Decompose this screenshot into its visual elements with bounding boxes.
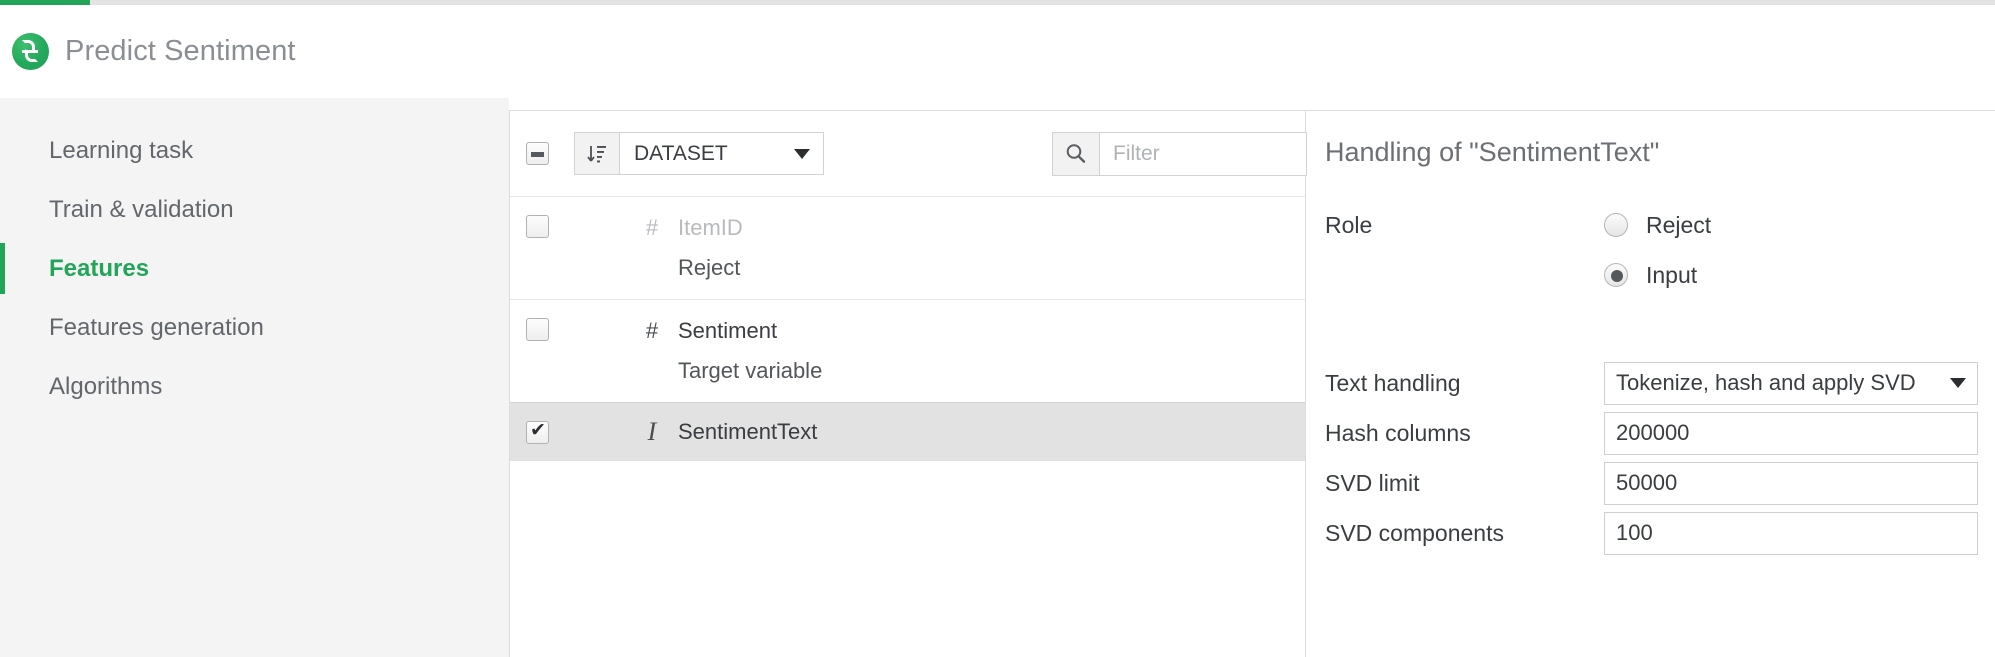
role-label: Role	[1325, 211, 1373, 238]
numeric-type-icon: #	[645, 318, 659, 343]
filter-control	[1052, 131, 1307, 176]
feature-name: ItemID	[678, 215, 743, 240]
wizard-sidebar: Learning task Train & validation Feature…	[0, 98, 509, 657]
feature-name: SentimentText	[678, 419, 818, 444]
text-handling-value: Tokenize, hash and apply SVD	[1616, 370, 1916, 395]
feature-name: Sentiment	[678, 318, 778, 343]
feature-row-checkbox[interactable]	[526, 215, 549, 238]
role-field-reject: Role Reject	[1325, 206, 1995, 244]
sidebar-item-features-generation[interactable]: Features generation	[0, 298, 509, 357]
feature-detail-pane: Handling of "SentimentText" Role Reject …	[1307, 111, 1995, 657]
text-handling-select[interactable]: Tokenize, hash and apply SVD	[1604, 361, 1978, 405]
table-row[interactable]: I SentimentText	[510, 402, 1305, 461]
sidebar-item-label: Features generation	[49, 313, 264, 341]
feature-role: Target variable	[678, 358, 823, 383]
sidebar-item-label: Algorithms	[49, 372, 163, 400]
hash-columns-label: Hash columns	[1325, 419, 1471, 446]
chevron-down-icon	[794, 148, 810, 159]
features-card: DATASET #	[509, 110, 1995, 657]
text-type-icon: I	[647, 417, 657, 446]
radio-reject-label: Reject	[1646, 211, 1712, 238]
text-handling-label: Text handling	[1325, 369, 1461, 396]
detail-title: Handling of "SentimentText"	[1325, 137, 1660, 167]
sidebar-item-label: Features	[49, 254, 150, 282]
app-logo-icon	[12, 33, 49, 70]
table-row[interactable]: # Sentiment Target variable	[510, 299, 1305, 402]
feature-row-texts: SentimentText	[678, 419, 817, 445]
page-title: Predict Sentiment	[65, 35, 296, 67]
radio-reject[interactable]	[1604, 213, 1628, 237]
feature-role: Reject	[678, 255, 741, 280]
sort-descending-icon[interactable]	[575, 133, 620, 174]
svd-components-field: SVD components	[1325, 511, 1995, 555]
sidebar-item-algorithms[interactable]: Algorithms	[0, 357, 509, 416]
group-by-dropdown[interactable]: DATASET	[620, 133, 823, 174]
feature-row-texts: Sentiment Target variable	[678, 318, 822, 384]
group-by-value: DATASET	[634, 141, 728, 165]
group-by-control: DATASET	[574, 132, 824, 175]
feature-row-texts: ItemID Reject	[678, 215, 743, 281]
feature-row-checkbox[interactable]	[526, 318, 549, 341]
text-handling-field: Text handling Tokenize, hash and apply S…	[1325, 361, 1995, 405]
sidebar-item-learning-task[interactable]: Learning task	[0, 121, 509, 180]
svd-limit-label: SVD limit	[1325, 469, 1420, 496]
features-list-pane: DATASET #	[510, 111, 1307, 657]
hash-columns-field: Hash columns	[1325, 411, 1995, 455]
numeric-type-icon: #	[645, 215, 659, 240]
body-area: Learning task Train & validation Feature…	[0, 98, 1995, 657]
svd-limit-input[interactable]	[1604, 461, 1978, 505]
sidebar-item-train-validation[interactable]: Train & validation	[0, 180, 509, 239]
role-field-input: Input	[1325, 256, 1995, 294]
feature-row-checkbox[interactable]	[526, 419, 549, 444]
svd-limit-field: SVD limit	[1325, 461, 1995, 505]
svd-components-label: SVD components	[1325, 519, 1504, 546]
sidebar-item-label: Train & validation	[49, 195, 234, 223]
radio-input-label: Input	[1646, 261, 1698, 288]
filter-input[interactable]	[1100, 132, 1306, 175]
sidebar-item-features[interactable]: Features	[0, 239, 509, 298]
features-toolbar: DATASET	[510, 111, 1307, 196]
table-row[interactable]: # ItemID Reject	[510, 196, 1305, 299]
select-all-checkbox[interactable]	[526, 142, 549, 165]
svd-components-input[interactable]	[1604, 511, 1978, 555]
app-header: Predict Sentiment	[0, 5, 1995, 98]
radio-input[interactable]	[1604, 263, 1628, 287]
sidebar-item-label: Learning task	[49, 136, 194, 164]
hash-columns-input[interactable]	[1604, 411, 1978, 455]
search-icon[interactable]	[1053, 132, 1100, 175]
chevron-down-icon	[1950, 378, 1966, 388]
